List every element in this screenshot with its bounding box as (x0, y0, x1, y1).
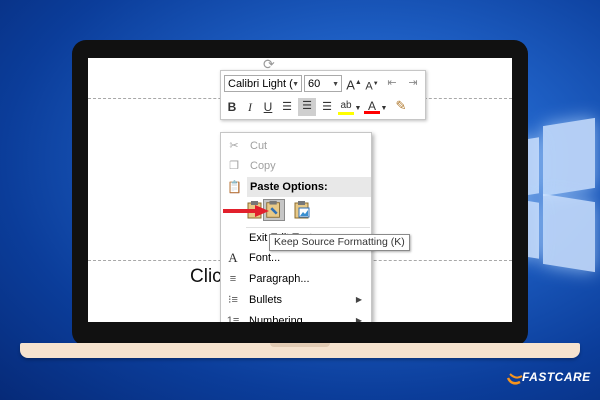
menu-item-label: Bullets (249, 294, 283, 306)
chevron-down-icon: ▼ (332, 81, 339, 88)
chevron-down-icon: ▼ (292, 81, 299, 88)
menu-item-label: Paste Options: (250, 181, 328, 193)
menu-item-copy[interactable]: ❐ Copy (221, 156, 371, 176)
increase-indent-icon[interactable]: ⇥ (404, 75, 422, 91)
menu-item-numbering[interactable]: 1≡ Numbering ▶ (220, 311, 370, 322)
mini-toolbar: Calibri Light ( ▼ 60 ▼ A▲ A▼ ⇤ ⇥ B I U ☰… (220, 70, 426, 120)
slide-placeholder-text[interactable]: Clic (190, 266, 222, 288)
font-color-icon[interactable]: A (364, 98, 380, 114)
copy-icon: ❐ (229, 160, 239, 172)
shrink-font-icon[interactable]: A▼ (364, 76, 380, 95)
grow-font-icon[interactable]: A▲ (346, 75, 362, 93)
font-icon: A (228, 250, 238, 265)
clipboard-icon: 📋 (227, 180, 242, 194)
scissors-icon: ✂ (229, 140, 239, 152)
paragraph-icon: ≡ (229, 273, 237, 285)
decrease-indent-icon[interactable]: ⇤ (383, 75, 401, 91)
chevron-down-icon[interactable]: ▼ (354, 101, 362, 117)
underline-button[interactable]: U (260, 99, 276, 115)
red-arrow-annotation (223, 205, 269, 217)
align-center-icon[interactable]: ☰ (298, 98, 316, 116)
paste-options-header: Paste Options: (247, 177, 371, 197)
tooltip: Keep Source Formatting (K) (269, 234, 410, 251)
menu-item-label: Cut (250, 140, 268, 152)
menu-item-label: Paragraph... (249, 273, 310, 285)
font-name-dropdown[interactable]: Calibri Light ( ▼ (224, 75, 302, 92)
font-size-dropdown[interactable]: 60 ▼ (304, 75, 342, 92)
menu-item-bullets[interactable]: ⁝≡ Bullets ▶ (220, 290, 370, 310)
chevron-down-icon[interactable]: ▼ (380, 101, 388, 117)
highlight-color-icon[interactable]: ab (338, 98, 354, 115)
numbering-icon: 1≡ (226, 315, 240, 322)
align-right-icon[interactable]: ☰ (318, 99, 336, 115)
laptop-notch (270, 343, 330, 347)
menu-item-label: Font... (249, 252, 281, 264)
submenu-arrow-icon: ▶ (355, 316, 362, 322)
menu-item-cut[interactable]: ✂ Cut (221, 136, 371, 156)
italic-button[interactable]: I (242, 99, 258, 115)
menu-item-label: Copy (250, 160, 276, 172)
align-left-icon[interactable]: ☰ (278, 99, 296, 115)
font-name-value: Calibri Light ( (228, 78, 293, 90)
submenu-arrow-icon: ▶ (355, 295, 362, 304)
menu-item-paragraph[interactable]: ≡ Paragraph... (220, 269, 370, 289)
format-painter-icon[interactable]: ✎ (392, 98, 410, 114)
powerpoint-slide[interactable]: ⟳ Clic Calibri Light ( ▼ 60 ▼ A▲ A▼ ⇤ ⇥ … (88, 58, 512, 322)
font-size-value: 60 (308, 78, 321, 90)
menu-item-label: Numbering (249, 315, 303, 322)
brand-name: FASTCARE (522, 370, 591, 384)
menu-item-font[interactable]: A Font... (220, 248, 370, 268)
bullets-icon: ⁝≡ (228, 294, 238, 306)
bold-button[interactable]: B (224, 99, 240, 115)
rotate-handle-icon[interactable]: ⟳ (263, 58, 275, 71)
paste-as-picture-icon[interactable] (293, 200, 311, 220)
